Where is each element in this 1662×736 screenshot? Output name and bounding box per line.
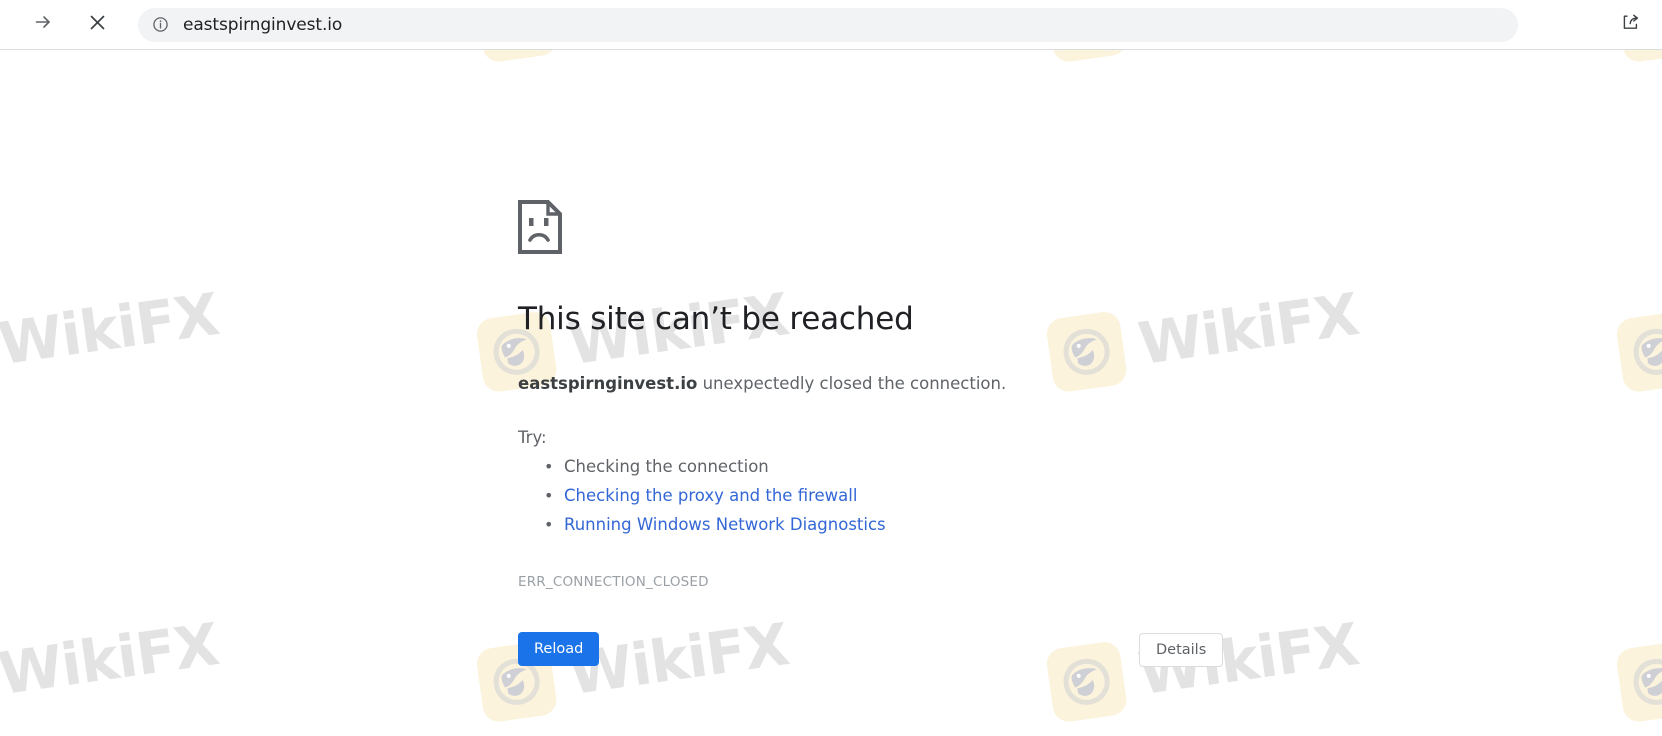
error-domain: eastspirnginvest.io	[518, 373, 698, 393]
toolbar-right-actions	[1614, 8, 1648, 42]
watermark-text: WikiFX	[564, 610, 793, 709]
url-text: eastspirnginvest.io	[183, 14, 343, 35]
share-button[interactable]	[1614, 8, 1648, 42]
watermark-tile: WikiFX	[0, 277, 223, 394]
wikifx-eagle-logo	[1063, 658, 1110, 705]
watermark-tile: WikiFX	[1614, 277, 1662, 394]
watermark-text: WikiFX	[0, 610, 223, 709]
wikifx-logo-badge	[1614, 310, 1662, 394]
info-circle-icon[interactable]	[152, 16, 169, 33]
address-bar[interactable]: eastspirnginvest.io	[138, 7, 1518, 42]
forward-arrow-icon	[33, 12, 53, 37]
details-button[interactable]: Details	[1139, 633, 1224, 667]
suggestion-text: Checking the connection	[564, 457, 769, 477]
watermark-tile: WikiFX	[0, 607, 223, 724]
error-description-rest: unexpectedly closed the connection.	[697, 373, 1007, 393]
reload-button[interactable]: Reload	[518, 632, 600, 666]
error-page-content: This site can’t be reached eastspirnginv…	[518, 200, 1218, 590]
error-description: eastspirnginvest.io unexpectedly closed …	[518, 371, 1218, 397]
stop-loading-button[interactable]	[80, 8, 114, 42]
suggestion-list: Checking the connection Checking the prox…	[518, 453, 1218, 540]
suggestion-link[interactable]: Running Windows Network Diagnostics	[564, 515, 886, 534]
try-label: Try:	[518, 428, 547, 448]
share-icon	[1621, 12, 1641, 37]
wikifx-logo-badge	[1614, 640, 1662, 724]
wikifx-logo-badge	[1044, 640, 1129, 724]
wikifx-eagle-logo	[1633, 328, 1662, 375]
suggestion-link[interactable]: Checking the proxy and the firewall	[564, 486, 857, 505]
browser-window: WikiFX WikiFX WikiFX WikiFX WikiFX WikiF…	[0, 0, 1662, 736]
suggestion-item[interactable]: Checking the proxy and the firewall	[544, 482, 1218, 511]
watermark-tile: WikiFX	[1614, 607, 1662, 724]
forward-button[interactable]	[26, 8, 60, 42]
watermark-text: WikiFX	[0, 280, 223, 379]
suggestion-item: Checking the connection	[544, 453, 1218, 482]
suggestion-item[interactable]: Running Windows Network Diagnostics	[544, 511, 1218, 540]
close-x-icon	[88, 13, 107, 37]
wikifx-eagle-logo	[1633, 658, 1662, 705]
error-code: ERR_CONNECTION_CLOSED	[518, 573, 709, 590]
browser-toolbar: eastspirnginvest.io	[0, 0, 1662, 50]
page-title: This site can’t be reached	[518, 301, 914, 337]
sad-page-icon	[518, 200, 562, 254]
